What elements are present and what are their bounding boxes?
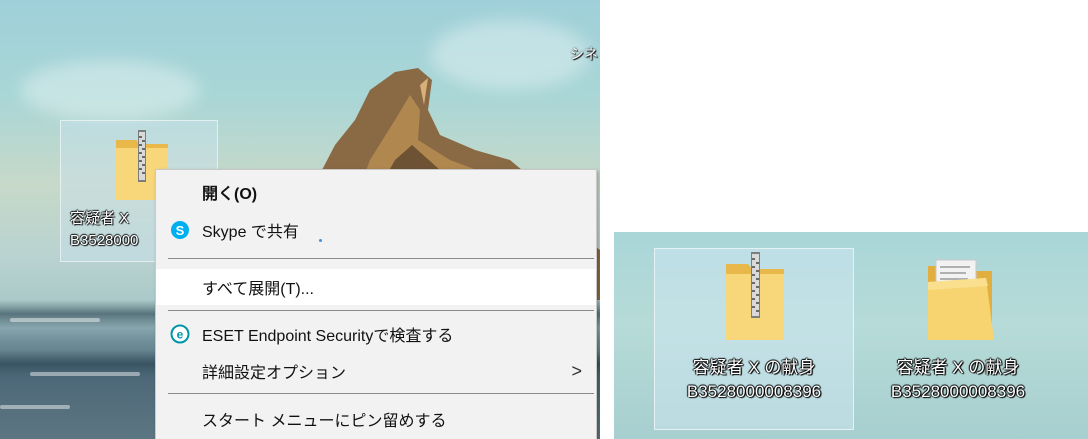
folder-code: B3528000008396 <box>890 382 1026 401</box>
wallpaper-cloud <box>20 60 200 120</box>
menu-item-label: 開く(O) <box>202 186 258 203</box>
svg-text:e: e <box>177 328 184 342</box>
menu-item-advanced-options[interactable]: 詳細設定オプション > <box>156 353 596 389</box>
menu-item-label: 詳細設定オプション <box>202 365 347 382</box>
folder-icon-label: 容疑者 X の献身 B3528000008396 <box>858 356 1058 404</box>
wave <box>30 372 140 376</box>
zip-folder-icon[interactable] <box>722 252 788 342</box>
menu-item-skype-share[interactable]: S Skype で共有 <box>156 212 596 248</box>
cursor-dot <box>319 239 322 242</box>
file-name: 容疑者 X の献身 <box>692 358 816 377</box>
chevron-right-icon: > <box>571 361 582 381</box>
menu-item-pin-to-start[interactable]: スタート メニューにピン留めする <box>156 401 596 437</box>
desktop-partial-label: シネ <box>570 46 598 62</box>
folder-icon[interactable] <box>926 256 996 342</box>
folder-name: 容疑者 X の献身 <box>896 358 1020 377</box>
wave <box>10 318 100 322</box>
svg-text:S: S <box>176 223 185 238</box>
menu-item-label: すべて展開(T)... <box>202 281 315 298</box>
menu-item-open[interactable]: 開く(O) <box>156 174 596 210</box>
file-code: B3528000008396 <box>686 382 822 401</box>
menu-item-label: Skype で共有 <box>202 224 299 241</box>
menu-item-eset-scan[interactable]: e ESET Endpoint Securityで検査する <box>156 316 596 352</box>
desktop-screenshot-left: シネ 容疑者 X B3528000 開く(O) S Skype で共有 すべて展… <box>0 0 600 439</box>
menu-separator <box>168 258 594 259</box>
skype-icon: S <box>171 221 189 239</box>
eset-icon: e <box>170 324 190 344</box>
menu-item-extract-all[interactable]: すべて展開(T)... <box>156 269 596 305</box>
desktop-screenshot-right: 容疑者 X の献身 B3528000008396 容疑者 X の献身 B3528… <box>614 232 1088 439</box>
menu-item-label: ESET Endpoint Securityで検査する <box>202 328 454 345</box>
menu-separator <box>168 310 594 311</box>
menu-item-label: スタート メニューにピン留めする <box>202 413 447 430</box>
wave <box>0 405 70 409</box>
menu-separator <box>168 393 594 394</box>
context-menu: 開く(O) S Skype で共有 すべて展開(T)... e ESET End… <box>155 169 597 439</box>
file-icon-label: 容疑者 X の献身 B3528000008396 <box>654 356 854 404</box>
